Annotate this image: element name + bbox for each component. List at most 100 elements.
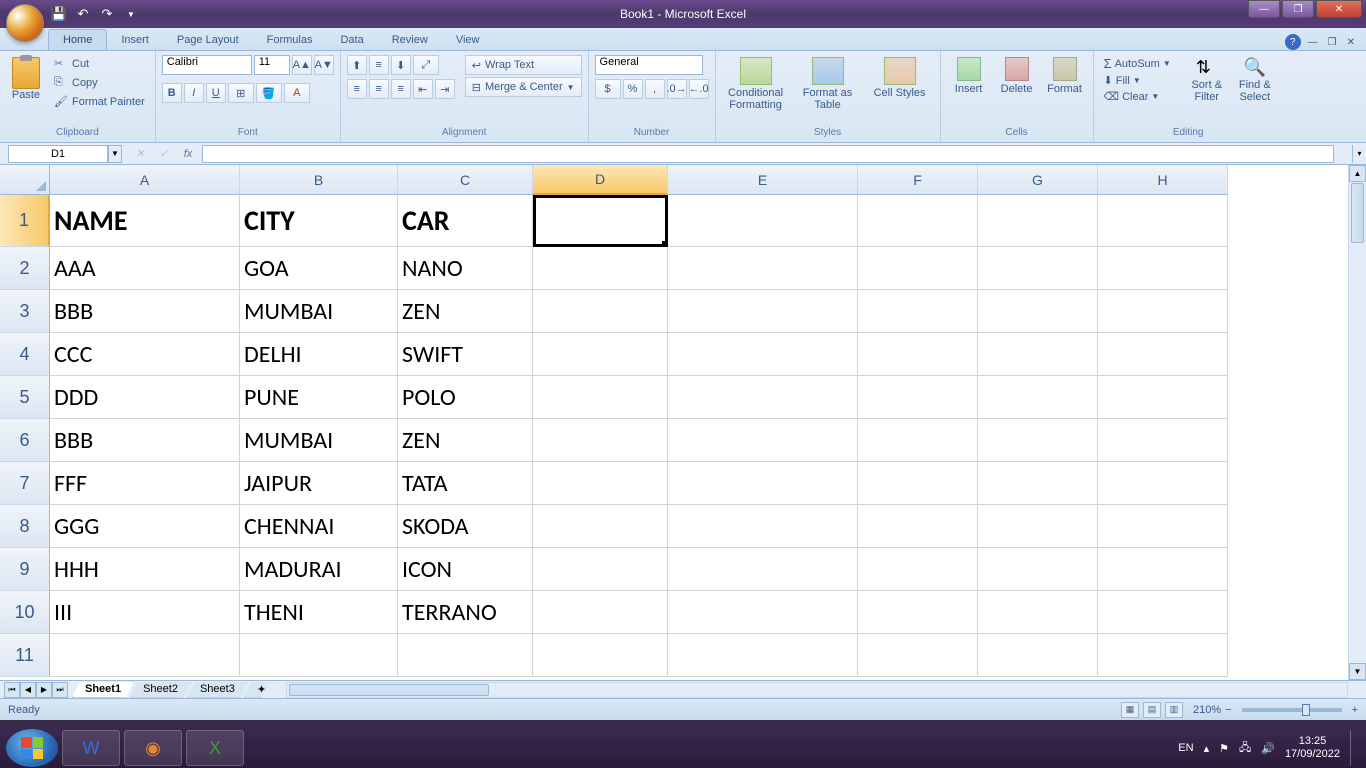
cell-B8[interactable]: CHENNAI — [240, 505, 398, 548]
cell-E5[interactable] — [668, 376, 858, 419]
tray-chevron-icon[interactable]: ▴ — [1204, 742, 1210, 755]
select-all-corner[interactable] — [0, 165, 50, 195]
row-header-11[interactable]: 11 — [0, 634, 50, 677]
cell-A9[interactable]: HHH — [50, 548, 240, 591]
cell-H5[interactable] — [1098, 376, 1228, 419]
cell-A10[interactable]: III — [50, 591, 240, 634]
conditional-formatting-button[interactable]: Conditional Formatting — [722, 55, 790, 113]
cut-button[interactable]: ✂Cut — [50, 55, 149, 73]
undo-icon[interactable]: ↶ — [72, 3, 94, 25]
qat-customize-icon[interactable]: ▼ — [120, 3, 142, 25]
cell-D8[interactable] — [533, 505, 668, 548]
cell-H1[interactable] — [1098, 195, 1228, 247]
tab-formulas[interactable]: Formulas — [253, 30, 327, 50]
cell-C7[interactable]: TATA — [398, 462, 533, 505]
align-left-button[interactable]: ≡ — [347, 79, 367, 99]
cell-E3[interactable] — [668, 290, 858, 333]
column-header-E[interactable]: E — [668, 165, 858, 195]
taskbar-app-icon[interactable]: ◉ — [124, 730, 182, 766]
tab-home[interactable]: Home — [48, 29, 107, 50]
row-header-2[interactable]: 2 — [0, 247, 50, 290]
cell-G5[interactable] — [978, 376, 1098, 419]
tray-flag-icon[interactable]: ⚑ — [1219, 742, 1229, 755]
save-icon[interactable]: 💾 — [48, 3, 70, 25]
orientation-button[interactable]: ⤢ — [413, 55, 439, 75]
zoom-in-button[interactable]: + — [1352, 704, 1358, 716]
tray-volume-icon[interactable]: 🔊 — [1261, 742, 1275, 755]
underline-button[interactable]: U — [206, 83, 226, 103]
cell-D9[interactable] — [533, 548, 668, 591]
column-header-F[interactable]: F — [858, 165, 978, 195]
cell-C11[interactable] — [398, 634, 533, 677]
format-painter-button[interactable]: 🖌Format Painter — [50, 93, 149, 111]
tab-page-layout[interactable]: Page Layout — [163, 30, 253, 50]
copy-button[interactable]: ⎘Copy — [50, 74, 149, 92]
align-bottom-button[interactable]: ⬇ — [391, 55, 411, 75]
shrink-font-button[interactable]: A▼ — [314, 55, 334, 75]
cell-A3[interactable]: BBB — [50, 290, 240, 333]
language-indicator[interactable]: EN — [1178, 742, 1193, 754]
insert-cells-button[interactable]: Insert — [947, 55, 991, 97]
page-layout-view-button[interactable]: ▤ — [1143, 702, 1161, 718]
cell-B5[interactable]: PUNE — [240, 376, 398, 419]
cell-E10[interactable] — [668, 591, 858, 634]
cell-E9[interactable] — [668, 548, 858, 591]
cell-F1[interactable] — [858, 195, 978, 247]
cell-F3[interactable] — [858, 290, 978, 333]
column-header-D[interactable]: D — [533, 165, 668, 195]
vertical-scrollbar[interactable]: ▲ ▼ — [1348, 165, 1366, 680]
cell-E11[interactable] — [668, 634, 858, 677]
hscroll-thumb[interactable] — [289, 684, 489, 696]
delete-cells-button[interactable]: Delete — [995, 55, 1039, 97]
cell-H11[interactable] — [1098, 634, 1228, 677]
sheet-nav-prev[interactable]: ◀ — [20, 682, 36, 698]
cell-A1[interactable]: NAME — [50, 195, 240, 247]
cell-F9[interactable] — [858, 548, 978, 591]
row-header-1[interactable]: 1 — [0, 195, 50, 247]
cell-C10[interactable]: TERRANO — [398, 591, 533, 634]
cell-H4[interactable] — [1098, 333, 1228, 376]
cell-H2[interactable] — [1098, 247, 1228, 290]
sheet-tab-1[interactable]: Sheet1 — [72, 682, 134, 698]
cell-E4[interactable] — [668, 333, 858, 376]
normal-view-button[interactable]: ▦ — [1121, 702, 1139, 718]
format-as-table-button[interactable]: Format as Table — [794, 55, 862, 113]
cell-D5[interactable] — [533, 376, 668, 419]
cell-E6[interactable] — [668, 419, 858, 462]
italic-button[interactable]: I — [184, 83, 204, 103]
cell-B6[interactable]: MUMBAI — [240, 419, 398, 462]
cell-A2[interactable]: AAA — [50, 247, 240, 290]
cell-F4[interactable] — [858, 333, 978, 376]
zoom-level[interactable]: 210% — [1193, 704, 1221, 716]
align-center-button[interactable]: ≡ — [369, 79, 389, 99]
decrease-decimal-button[interactable]: ←.0 — [689, 79, 709, 99]
cell-B1[interactable]: CITY — [240, 195, 398, 247]
enter-formula-icon[interactable]: ✓ — [154, 145, 174, 163]
formula-bar-expand[interactable]: ▾ — [1352, 145, 1366, 163]
percent-format-button[interactable]: % — [623, 79, 643, 99]
cell-B9[interactable]: MADURAI — [240, 548, 398, 591]
align-top-button[interactable]: ⬆ — [347, 55, 367, 75]
cell-F8[interactable] — [858, 505, 978, 548]
grow-font-button[interactable]: A▲ — [292, 55, 312, 75]
column-header-C[interactable]: C — [398, 165, 533, 195]
zoom-slider[interactable] — [1242, 708, 1342, 712]
cell-C8[interactable]: SKODA — [398, 505, 533, 548]
decrease-indent-button[interactable]: ⇤ — [413, 79, 433, 99]
fill-button[interactable]: ⬇Fill▼ — [1100, 73, 1175, 88]
cell-F6[interactable] — [858, 419, 978, 462]
tray-network-icon[interactable]: 🖧 — [1239, 739, 1251, 758]
row-header-5[interactable]: 5 — [0, 376, 50, 419]
find-select-button[interactable]: 🔍Find & Select — [1233, 55, 1277, 105]
sheet-tab-3[interactable]: Sheet3 — [187, 682, 248, 698]
cell-C9[interactable]: ICON — [398, 548, 533, 591]
column-header-G[interactable]: G — [978, 165, 1098, 195]
clear-button[interactable]: ⌫Clear▼ — [1100, 89, 1175, 104]
merge-center-button[interactable]: ⊟Merge & Center▼ — [465, 77, 582, 97]
paste-button[interactable]: Paste — [6, 55, 46, 103]
font-size-select[interactable]: 11 — [254, 55, 290, 75]
cell-A11[interactable] — [50, 634, 240, 677]
cell-C6[interactable]: ZEN — [398, 419, 533, 462]
column-header-A[interactable]: A — [50, 165, 240, 195]
restore-button[interactable]: ❐ — [1282, 0, 1314, 18]
